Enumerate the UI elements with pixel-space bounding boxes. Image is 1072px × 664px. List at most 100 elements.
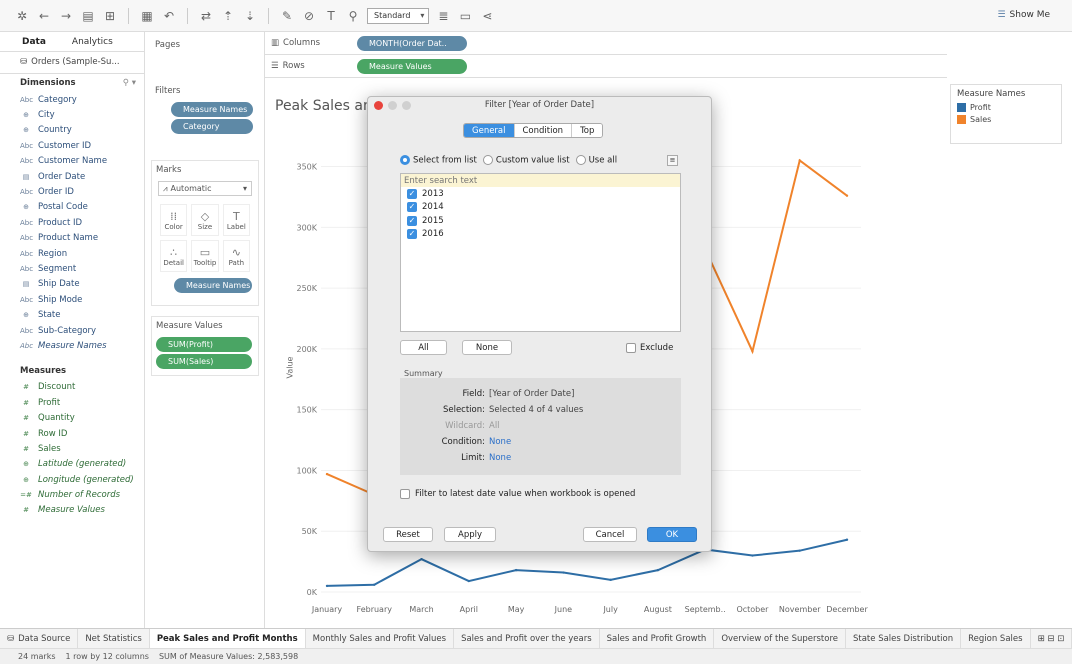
undo-icon[interactable]: ↶ — [161, 8, 177, 24]
data-point-profit[interactable] — [609, 578, 612, 582]
sheet-tab[interactable]: Net Statistics — [78, 629, 150, 648]
datasource-item[interactable]: ⛁ Orders (Sample-Su... — [0, 52, 144, 74]
data-point-profit[interactable] — [514, 568, 518, 572]
show-labels-icon[interactable]: ≣ — [435, 8, 451, 24]
dimension-state[interactable]: ⊕ State — [0, 307, 144, 322]
data-point-profit[interactable] — [845, 538, 849, 541]
dimension-city[interactable]: ⊕ City — [0, 107, 144, 122]
marks-size-button[interactable]: ◇ Size — [191, 204, 219, 236]
measure-sales[interactable]: # Sales — [0, 441, 144, 456]
none-button[interactable]: None — [462, 340, 512, 355]
tab-general[interactable]: General — [464, 124, 515, 137]
marks-tooltip-button[interactable]: ▭ Tooltip — [191, 240, 219, 272]
measure-profit[interactable]: # Profit — [0, 395, 144, 410]
dimension-product-id[interactable]: Abc Product ID — [0, 215, 144, 230]
dimension-country[interactable]: ⊕ Country — [0, 123, 144, 138]
columns-pill[interactable]: MONTH(Order Dat.. — [357, 35, 467, 51]
condition-link[interactable]: None — [489, 437, 511, 447]
swap-icon[interactable]: ⇄ — [198, 8, 214, 24]
data-point-sales[interactable] — [798, 159, 801, 162]
dimension-segment[interactable]: Abc Segment — [0, 261, 144, 276]
sheet-tab[interactable]: Sales and Profit over the years — [454, 629, 600, 648]
data-point-profit[interactable] — [467, 579, 471, 583]
exclude-checkbox[interactable]: Exclude — [626, 343, 673, 353]
measure-number-of-records[interactable]: =# Number of Records — [0, 487, 144, 502]
legend-item-sales[interactable]: Sales — [957, 115, 1055, 124]
cancel-button[interactable]: Cancel — [583, 527, 637, 542]
search-input[interactable] — [401, 174, 680, 187]
presentation-icon[interactable]: ▭ — [457, 8, 473, 24]
year-checkbox-2015[interactable]: ✓ 2015 — [401, 214, 680, 228]
pin-icon[interactable]: ⚲ — [345, 8, 361, 24]
legend-item-profit[interactable]: Profit — [957, 103, 1055, 112]
data-source-tab[interactable]: ⛁ Data Source — [0, 629, 79, 648]
fit-select[interactable]: Standard — [367, 7, 430, 24]
new-datasource-icon[interactable]: ⊞ — [102, 8, 118, 24]
latest-date-checkbox[interactable]: Filter to latest date value when workboo… — [400, 489, 635, 499]
data-point-profit[interactable] — [656, 568, 660, 572]
radio-use-all[interactable]: Use all — [575, 155, 617, 166]
radio-custom-value-list[interactable]: Custom value list — [482, 155, 570, 166]
data-point-sales[interactable] — [845, 194, 849, 197]
marks-color-button[interactable]: ⁞⁞ Color — [160, 204, 188, 236]
data-point-sales[interactable] — [751, 350, 754, 353]
highlight-icon[interactable]: ✎ — [279, 8, 295, 24]
measure-measure-values[interactable]: # Measure Values — [0, 503, 144, 518]
all-button[interactable]: All — [400, 340, 447, 355]
new-sheet-tab[interactable]: ⊞ ⊟ ⊡ — [1031, 629, 1072, 648]
series-line-sales[interactable] — [704, 158, 848, 355]
dimension-measure-names[interactable]: Abc Measure Names — [0, 338, 144, 353]
measure-longitude-generated[interactable]: ⊕ Longitude (generated) — [0, 472, 144, 487]
search-icon[interactable]: ⚲ ▾ — [123, 78, 136, 92]
data-point-profit[interactable] — [420, 557, 423, 561]
label-icon[interactable]: T — [323, 8, 339, 24]
measure-discount[interactable]: # Discount — [0, 380, 144, 395]
dimension-product-name[interactable]: Abc Product Name — [0, 231, 144, 246]
sort-desc-icon[interactable]: ⇣ — [242, 8, 258, 24]
data-point-profit[interactable] — [373, 583, 376, 586]
close-icon[interactable] — [374, 101, 383, 110]
limit-link[interactable]: None — [489, 453, 511, 463]
measure-pill-sales[interactable]: SUM(Sales) — [156, 354, 252, 369]
dimension-category[interactable]: Abc Category — [0, 92, 144, 107]
dimension-order-date[interactable]: ▤ Order Date — [0, 169, 144, 184]
tab-condition[interactable]: Condition — [514, 124, 573, 137]
data-point-profit[interactable] — [562, 571, 565, 574]
filter-pill-measure-names[interactable]: Measure Names — [171, 102, 253, 117]
data-point-profit[interactable] — [751, 554, 754, 557]
back-icon[interactable]: ← — [36, 8, 52, 24]
measure-row-id[interactable]: # Row ID — [0, 426, 144, 441]
data-point-sales[interactable] — [325, 472, 329, 476]
marks-type-select[interactable]: ⩘ Automatic — [158, 181, 252, 196]
year-checkbox-2016[interactable]: ✓ 2016 — [401, 228, 680, 242]
dimension-order-id[interactable]: Abc Order ID — [0, 184, 144, 199]
dimension-ship-date[interactable]: ▤ Ship Date — [0, 277, 144, 292]
sheet-tab[interactable]: Peak Sales and Profit Months — [149, 629, 306, 648]
dimension-customer-id[interactable]: Abc Customer ID — [0, 138, 144, 153]
tab-analytics[interactable]: Analytics — [72, 37, 113, 47]
data-point-profit[interactable] — [798, 549, 801, 552]
tableau-logo-icon[interactable]: ✲ — [14, 8, 30, 24]
dimension-ship-mode[interactable]: Abc Ship Mode — [0, 292, 144, 307]
dimension-sub-category[interactable]: Abc Sub-Category — [0, 323, 144, 338]
tab-top[interactable]: Top — [572, 124, 603, 137]
data-point-profit[interactable] — [325, 584, 329, 588]
forward-icon[interactable]: → — [58, 8, 74, 24]
show-me-button[interactable]: ☰ Show Me — [997, 10, 1050, 20]
dimension-region[interactable]: Abc Region — [0, 246, 144, 261]
save-icon[interactable]: ▤ — [80, 8, 96, 24]
sheet-tab[interactable]: Overview of the Superstore — [714, 629, 846, 648]
ok-button[interactable]: OK — [647, 527, 697, 542]
sheet-tab[interactable]: Region Sales — [961, 629, 1031, 648]
group-icon[interactable]: ⊘ — [301, 8, 317, 24]
sheet-tab[interactable]: State Sales Distribution — [846, 629, 962, 648]
measure-pill-profit[interactable]: SUM(Profit) — [156, 337, 252, 352]
share-icon[interactable]: ⋖ — [479, 8, 495, 24]
new-sheet-icon[interactable]: ▦ — [139, 8, 155, 24]
tab-data[interactable]: Data — [22, 37, 46, 47]
reset-button[interactable]: Reset — [383, 527, 433, 542]
radio-select-from-list[interactable]: Select from list — [400, 155, 477, 166]
filter-pill-category[interactable]: Category — [171, 119, 253, 134]
dimension-customer-name[interactable]: Abc Customer Name — [0, 154, 144, 169]
rows-pill[interactable]: Measure Values — [357, 58, 467, 74]
